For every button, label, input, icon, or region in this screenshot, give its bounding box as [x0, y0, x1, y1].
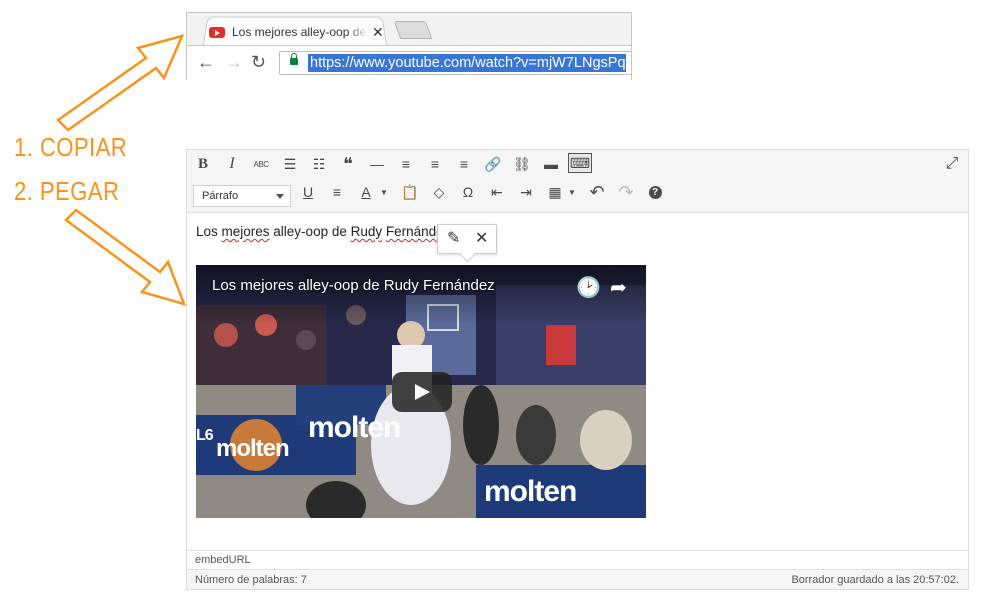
- misspelled-word: mejores: [221, 224, 270, 239]
- chevron-down-icon[interactable]: ▼: [561, 181, 583, 203]
- align-center-icon[interactable]: ≡: [424, 153, 446, 175]
- outdent-icon[interactable]: ⇤: [486, 181, 508, 203]
- clear-formatting-icon[interactable]: ◇: [428, 181, 450, 203]
- editor-toolbar: B I ABC ☰ ☷ ❝ — ≡ ≡ ≡ 🔗 ⛓ ▬ ⌨ ⤢ Párrafo …: [187, 150, 968, 213]
- instruction-paste: 2. PEGAR: [14, 176, 120, 206]
- video-title[interactable]: Los mejores alley-oop de Rudy Fernández: [212, 277, 495, 294]
- back-icon[interactable]: ←: [197, 52, 215, 72]
- format-select-value: Párrafo: [202, 190, 239, 202]
- play-button[interactable]: [392, 372, 452, 412]
- watch-later-icon[interactable]: 🕑: [576, 275, 601, 300]
- read-more-icon[interactable]: ▬: [540, 153, 562, 175]
- toolbar-row-1: B I ABC ☰ ☷ ❝ — ≡ ≡ ≡ 🔗 ⛓ ▬ ⌨ ⤢: [187, 153, 968, 183]
- new-tab-button[interactable]: [393, 21, 433, 39]
- url-text[interactable]: https://www.youtube.com/watch?v=mjW7LNgs…: [308, 54, 626, 72]
- youtube-icon: [209, 26, 225, 38]
- element-path[interactable]: embedURL: [187, 550, 968, 569]
- horizontal-rule-icon[interactable]: —: [366, 153, 388, 175]
- paste-text-icon[interactable]: 📋: [399, 181, 421, 203]
- undo-icon[interactable]: ↶: [586, 181, 608, 203]
- share-icon[interactable]: ➦: [610, 275, 627, 300]
- text-run: Los: [196, 224, 222, 239]
- chevron-down-icon: [276, 194, 284, 199]
- browser-window: Los mejores alley-oop de Rudy Fernández …: [186, 12, 632, 80]
- editor-status-bar: Número de palabras: 7 Borrador guardado …: [187, 569, 968, 589]
- tab-title: Los mejores alley-oop de Rudy Fernández: [232, 25, 368, 39]
- word-count: Número de palabras: 7: [195, 574, 307, 586]
- toolbar-row-2: Párrafo U ≡ A ▼ 📋 ◇ Ω ⇤ ⇥ ▦ ▼ ↶ ↷ ?: [187, 181, 968, 211]
- bold-button[interactable]: B: [192, 153, 214, 175]
- embed-toolbar-popover: ✎ ✕: [437, 224, 497, 254]
- toolbar-toggle-icon[interactable]: ⌨: [568, 153, 592, 173]
- link-icon[interactable]: 🔗: [482, 153, 504, 175]
- editor-content[interactable]: Los mejores alley-oop de Rudy Fernández …: [187, 212, 968, 550]
- redo-icon[interactable]: ↷: [615, 181, 637, 203]
- close-tab-icon[interactable]: ✕: [372, 24, 384, 41]
- indent-icon[interactable]: ⇥: [515, 181, 537, 203]
- forward-icon[interactable]: →: [225, 52, 243, 72]
- remove-icon[interactable]: ✕: [475, 229, 488, 249]
- edit-icon[interactable]: ✎: [447, 229, 460, 249]
- special-character-icon[interactable]: Ω: [457, 181, 479, 203]
- copy-arrow: [56, 34, 185, 132]
- ad-banner-text: L6: [196, 427, 214, 444]
- misspelled-word: Rudy: [350, 224, 383, 239]
- paste-arrow: [64, 208, 187, 306]
- paragraph[interactable]: Los mejores alley-oop de Rudy Fernández: [196, 224, 450, 239]
- chevron-down-icon[interactable]: ▼: [373, 181, 395, 203]
- help-icon[interactable]: ?: [644, 181, 666, 203]
- numbered-list-icon[interactable]: ☷: [308, 153, 330, 175]
- reload-icon[interactable]: ↻: [251, 52, 266, 72]
- strikethrough-button[interactable]: ABC: [250, 153, 272, 175]
- wysiwyg-editor: B I ABC ☰ ☷ ❝ — ≡ ≡ ≡ 🔗 ⛓ ▬ ⌨ ⤢ Párrafo …: [186, 149, 969, 590]
- help-label: ?: [648, 185, 662, 199]
- browser-tab[interactable]: Los mejores alley-oop de Rudy Fernández …: [209, 19, 387, 45]
- ad-banner-text: molten: [484, 475, 577, 508]
- blockquote-icon[interactable]: ❝: [337, 153, 359, 175]
- text-run: alley-oop de: [269, 224, 351, 239]
- bullet-list-icon[interactable]: ☰: [279, 153, 301, 175]
- address-bar[interactable]: https://www.youtube.com/watch?v=mjW7LNgs…: [279, 51, 631, 75]
- youtube-embed[interactable]: molten molten molten L6 Los mejores alle…: [196, 265, 646, 518]
- navigation-bar: ← → ↻ https://www.youtube.com/watch?v=mj…: [187, 45, 631, 80]
- ad-banner-text: molten: [216, 435, 290, 462]
- lock-icon: [290, 53, 298, 65]
- ad-banner-text: molten: [308, 411, 401, 444]
- align-left-icon[interactable]: ≡: [395, 153, 417, 175]
- underline-button[interactable]: U: [297, 181, 319, 203]
- format-select[interactable]: Párrafo: [193, 185, 291, 207]
- align-right-icon[interactable]: ≡: [453, 153, 475, 175]
- justify-icon[interactable]: ≡: [326, 181, 348, 203]
- unlink-icon[interactable]: ⛓: [511, 153, 533, 175]
- italic-button[interactable]: I: [221, 153, 243, 175]
- autosave-status: Borrador guardado a las 20:57:02.: [791, 574, 959, 586]
- instruction-copy: 1. COPIAR: [14, 132, 128, 162]
- fullscreen-icon[interactable]: ⤢: [941, 153, 963, 175]
